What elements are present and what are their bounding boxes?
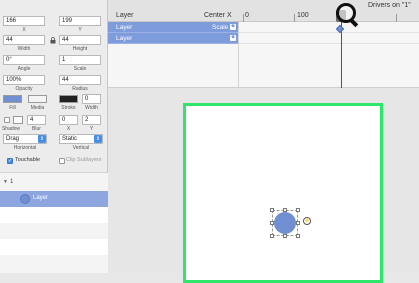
- touchable-label: Touchable: [15, 157, 41, 163]
- chevron-updown-icon: ⇕: [38, 135, 46, 143]
- shadow-color-swatch[interactable]: [13, 116, 23, 124]
- driver-row[interactable]: Layer Scale ◆: [108, 22, 238, 33]
- ruler-label-0: 0: [245, 12, 249, 19]
- blur-field[interactable]: 4: [27, 115, 46, 125]
- shadow-y-field[interactable]: 2: [82, 115, 101, 125]
- vertical-select[interactable]: Static ⇕: [59, 134, 103, 144]
- touchable-checkbox[interactable]: ✓: [7, 158, 13, 164]
- shadow-x-label: X: [66, 126, 71, 132]
- stroke-width-label: Width: [85, 105, 98, 111]
- resize-handle[interactable]: [270, 208, 274, 212]
- shadow-checkbox[interactable]: [4, 117, 10, 123]
- media-label: Media: [30, 105, 45, 111]
- circle-layer-icon: [20, 194, 30, 204]
- resize-handle[interactable]: [283, 208, 287, 212]
- horizontal-label: Horizontal: [13, 145, 37, 151]
- lightning-icon[interactable]: ⚡: [303, 217, 311, 225]
- stroke-color-swatch[interactable]: [59, 95, 78, 103]
- scale-label: Scale: [73, 66, 87, 72]
- angle-field[interactable]: 0°: [3, 55, 45, 65]
- shadow-label: Shadow: [1, 126, 21, 132]
- resize-handle[interactable]: [296, 221, 300, 225]
- ruler-tick: [396, 14, 397, 22]
- height-label: Height: [72, 46, 88, 52]
- height-field[interactable]: 44: [59, 35, 101, 45]
- canvas[interactable]: ⚡: [108, 89, 419, 283]
- stroke-label: Stroke: [61, 105, 76, 111]
- clip-sublayers-label: Clip Sublayers: [66, 157, 102, 163]
- driver-row[interactable]: Layer ◆: [108, 33, 238, 44]
- opacity-label: Opacity: [15, 86, 33, 92]
- stroke-width-field[interactable]: 0: [82, 94, 101, 104]
- width-label: Width: [17, 46, 31, 52]
- shadow-x-field[interactable]: 0: [59, 115, 78, 125]
- x-position-field[interactable]: 166: [3, 16, 45, 26]
- resize-handle[interactable]: [283, 234, 287, 238]
- circle-layer[interactable]: [274, 212, 296, 234]
- lock-icon[interactable]: [49, 36, 56, 44]
- driver-row-property: Scale: [212, 24, 229, 31]
- ruler-tick: [243, 14, 244, 22]
- column-property: Center X: [204, 12, 232, 19]
- width-field[interactable]: 44: [3, 35, 45, 45]
- radius-label: Radius: [72, 86, 88, 92]
- horizontal-select-value: Drag: [6, 136, 20, 142]
- scale-field[interactable]: 1: [59, 55, 101, 65]
- fill-label: Fill: [9, 105, 16, 111]
- angle-label: Angle: [17, 66, 31, 72]
- vertical-select-value: Static: [62, 136, 78, 142]
- chevron-updown-icon: ⇕: [94, 135, 102, 143]
- tree-empty-row: [0, 239, 108, 255]
- radius-field[interactable]: 44: [59, 75, 101, 85]
- ruler-label-100: 100: [297, 12, 309, 19]
- blur-label: Blur: [32, 126, 41, 132]
- resize-handle[interactable]: [270, 221, 274, 225]
- resize-handle[interactable]: [270, 234, 274, 238]
- resize-handle[interactable]: [296, 208, 300, 212]
- tree-empty-row: [0, 207, 108, 223]
- disclosure-triangle-icon[interactable]: ▼: [3, 179, 8, 185]
- driver-row-layer: Layer: [116, 24, 133, 31]
- vertical-label: Vertical: [72, 145, 90, 151]
- tree-item-layer[interactable]: Layer: [0, 191, 108, 207]
- row-divider: [239, 43, 419, 44]
- opacity-field[interactable]: 100%: [3, 75, 45, 85]
- diamond-keyframe-icon[interactable]: ◆: [230, 24, 236, 30]
- fill-color-swatch[interactable]: [3, 95, 22, 103]
- ruler-tick: [294, 14, 295, 22]
- drivers-title: Drivers on "1": [368, 2, 411, 9]
- column-layer: Layer: [116, 12, 134, 19]
- tree-item-label: Layer: [33, 195, 49, 201]
- drivers-panel: Drivers on "1" Layer Center X 0 100 Laye…: [108, 0, 419, 88]
- inspector-panel: 166 199 X Y 44 44 Width Height 0° 1 Angl…: [0, 0, 108, 273]
- diamond-keyframe-icon[interactable]: ◆: [230, 35, 236, 41]
- shadow-y-label: Y: [89, 126, 94, 132]
- clip-sublayers-checkbox[interactable]: [59, 158, 65, 164]
- y-label: Y: [78, 27, 82, 33]
- horizontal-select[interactable]: Drag ⇕: [3, 134, 47, 144]
- tree-item-root[interactable]: ▼ 1: [0, 175, 108, 191]
- drivers-header: Drivers on "1" Layer Center X 0 100: [108, 0, 419, 22]
- y-position-field[interactable]: 199: [59, 16, 101, 26]
- layer-tree: ▼ 1 Layer: [0, 172, 108, 273]
- media-swatch[interactable]: [28, 95, 47, 103]
- driver-row-layer: Layer: [116, 35, 133, 42]
- x-label: X: [22, 27, 26, 33]
- artboard[interactable]: ⚡: [183, 103, 383, 283]
- row-divider: [239, 32, 419, 33]
- tree-item-label: 1: [10, 179, 14, 185]
- resize-handle[interactable]: [296, 234, 300, 238]
